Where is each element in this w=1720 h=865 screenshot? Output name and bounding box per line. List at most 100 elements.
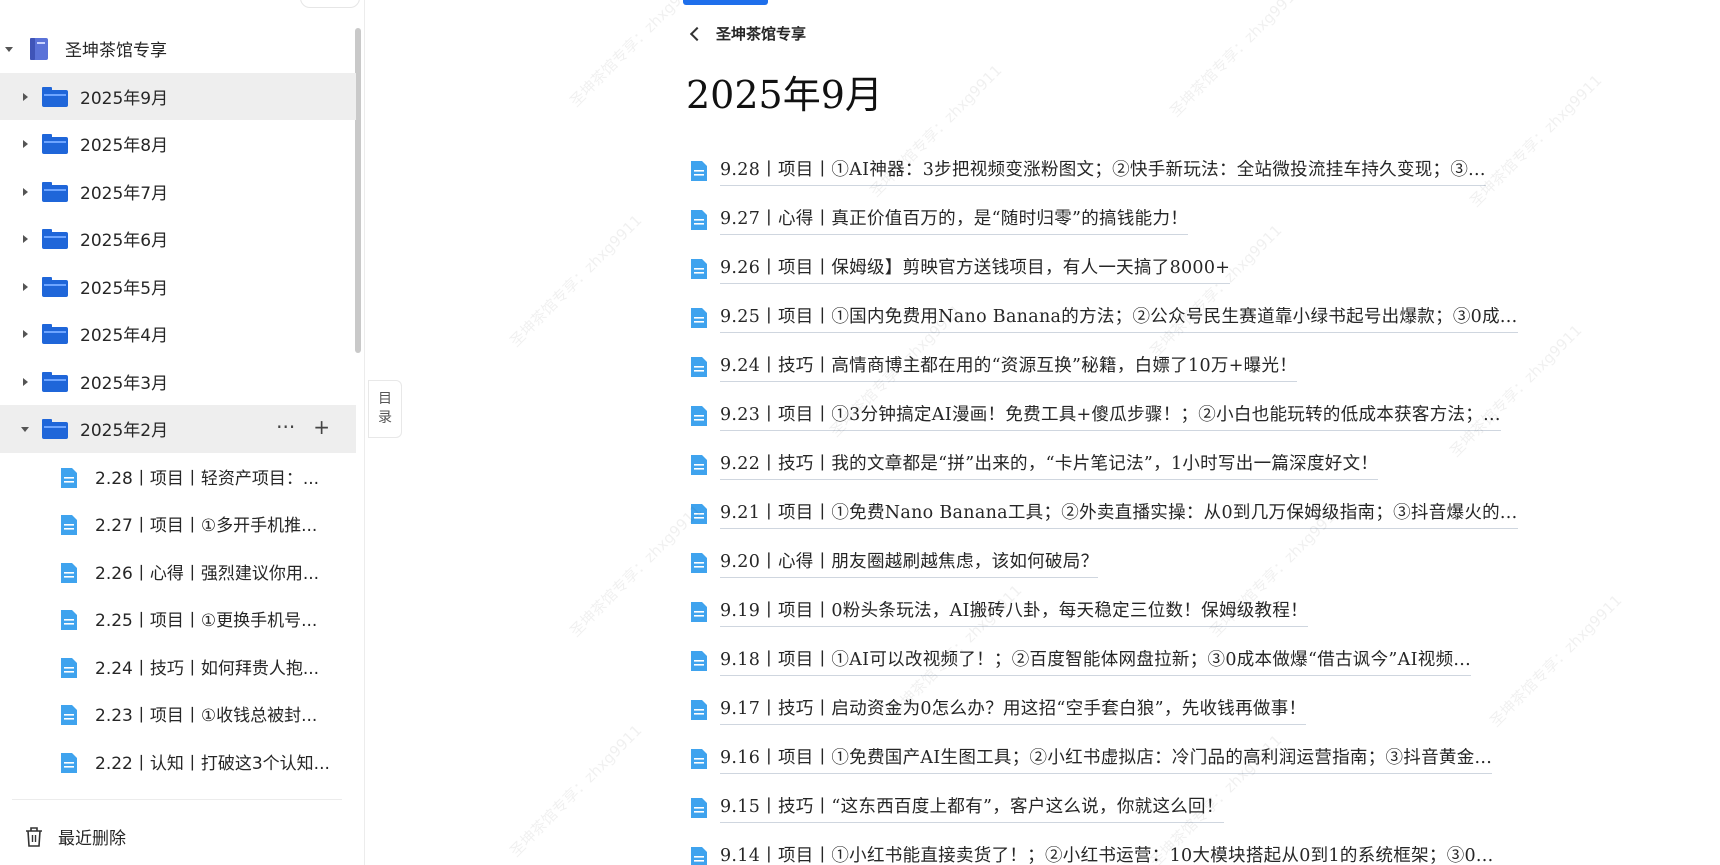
chevron-right-icon[interactable] [20,187,30,197]
sidebar-folder-2025-08[interactable]: 2025年8月 [0,120,356,168]
sidebar-doc-label: 2.26丨心得丨强烈建议你用... [95,563,320,584]
document-icon [691,161,707,181]
folder-icon [42,371,68,392]
document-link[interactable]: 9.26丨项目丨保姆级】剪映官方送钱项目，有人一天搞了8000+ [720,254,1231,284]
document-icon [691,406,707,426]
list-item[interactable]: 9.16丨项目丨①免费国产AI生图工具；②小红书虚拟店：冷门品的高利润运营指南；… [690,734,1590,783]
more-icon[interactable]: ··· [276,415,295,439]
chevron-right-icon[interactable] [20,282,30,292]
sidebar-folder-label: 2025年9月 [80,88,169,109]
chevron-right-icon[interactable] [20,377,30,387]
sidebar-divider [12,799,342,800]
sidebar-doc-item[interactable]: 2.24丨技巧丨如何拜贵人抱... [0,643,356,691]
document-link[interactable]: 9.18丨项目丨①AI可以改视频了！；②百度智能体网盘拉新；③0成本做爆“借古讽… [720,646,1471,676]
list-item[interactable]: 9.24丨技巧丨高情商博主都在用的“资源互换”秘籍，白嫖了10万+曝光！ [690,342,1590,391]
back-link-label: 圣坤茶馆专享 [716,25,807,43]
document-icon [61,705,77,725]
list-item[interactable]: 9.27丨心得丨真正价值百万的，是“随时归零”的搞钱能力！ [690,195,1590,244]
list-item[interactable]: 9.25丨项目丨①国内免费用Nano Banana的方法；②公众号民生赛道靠小绿… [690,293,1590,342]
document-icon [691,357,707,377]
sidebar-doc-item[interactable]: 2.26丨心得丨强烈建议你用... [0,548,356,596]
sidebar-folder-label: 2025年7月 [80,183,169,204]
list-item[interactable]: 9.23丨项目丨①3分钟搞定AI漫画！免费工具+傻瓜步骤！；②小白也能玩转的低成… [690,391,1590,440]
sidebar-doc-label: 2.27丨项目丨①多开手机推... [95,516,318,537]
list-item[interactable]: 9.26丨项目丨保姆级】剪映官方送钱项目，有人一天搞了8000+ [690,244,1590,293]
add-icon[interactable]: + [313,415,330,439]
sidebar-search-edge[interactable] [300,0,360,8]
document-icon [691,504,707,524]
sidebar-doc-item[interactable]: 2.23丨项目丨①收钱总被封... [0,690,356,738]
list-item[interactable]: 9.22丨技巧丨我的文章都是“拼”出来的，“卡片笔记法”，1小时写出一篇深度好文… [690,440,1590,489]
watermark-text: 圣坤茶馆专享：zhxg9911 [506,721,646,861]
list-item[interactable]: 9.14丨项目丨①小红书能直接卖货了！；②小红书运营：10大模块搭起从0到1的系… [690,832,1590,865]
trash-icon [26,826,42,847]
chevron-down-icon[interactable] [20,424,30,434]
sidebar-folder-2025-04[interactable]: 2025年4月 [0,310,356,358]
chevron-right-icon[interactable] [20,329,30,339]
page-title: 2025年9月 [686,73,883,117]
chevron-down-icon[interactable] [4,44,14,54]
sidebar-doc-item[interactable]: 2.27丨项目丨①多开手机推... [0,500,356,548]
document-link[interactable]: 9.27丨心得丨真正价值百万的，是“随时归零”的搞钱能力！ [720,205,1189,235]
list-item[interactable]: 9.20丨心得丨朋友圈越刷越焦虑，该如何破局？ [690,538,1590,587]
folder-icon [42,134,68,154]
sidebar-folder-label: 2025年3月 [80,373,169,394]
back-link[interactable]: 圣坤茶馆专享 [689,23,807,44]
document-link[interactable]: 9.24丨技巧丨高情商博主都在用的“资源互换”秘籍，白嫖了10万+曝光！ [720,352,1298,382]
document-link[interactable]: 9.23丨项目丨①3分钟搞定AI漫画！免费工具+傻瓜步骤！；②小白也能玩转的低成… [720,401,1501,431]
sidebar-folder-2025-03[interactable]: 2025年3月 [0,358,356,406]
document-link[interactable]: 9.14丨项目丨①小红书能直接卖货了！；②小红书运营：10大模块搭起从0到1的系… [720,842,1494,865]
sidebar-root-book[interactable]: 圣坤茶馆专享 [0,25,356,73]
document-link[interactable]: 9.15丨技巧丨“这东西百度上都有”，客户这么说，你就这么回！ [720,793,1224,823]
document-link[interactable]: 9.19丨项目丨0粉头条玩法，AI搬砖八卦，每天稳定三位数！保姆级教程！ [720,597,1308,627]
document-link[interactable]: 9.22丨技巧丨我的文章都是“拼”出来的，“卡片笔记法”，1小时写出一篇深度好文… [720,450,1379,480]
list-item[interactable]: 9.17丨技巧丨启动资金为0怎么办？用这招“空手套白狼”，先收钱再做事！ [690,685,1590,734]
list-item[interactable]: 9.19丨项目丨0粉头条玩法，AI搬砖八卦，每天稳定三位数！保姆级教程！ [690,587,1590,636]
document-link[interactable]: 9.21丨项目丨①免费Nano Banana工具；②外卖直播实操：从0到几万保姆… [720,499,1518,529]
document-icon [691,553,707,573]
document-link[interactable]: 9.17丨技巧丨启动资金为0怎么办？用这招“空手套白狼”，先收钱再做事！ [720,695,1307,725]
document-icon [691,602,707,622]
watermark-text: 圣坤茶馆专享：zhxg9911 [1166,0,1306,121]
sidebar-folder-2025-09[interactable]: 2025年9月 [0,72,356,120]
sidebar-folder-2025-06[interactable]: 2025年6月 [0,215,356,263]
document-link[interactable]: 9.20丨心得丨朋友圈越刷越焦虑，该如何破局？ [720,548,1099,578]
document-icon [691,455,707,475]
accent-bar [683,0,768,5]
list-item[interactable]: 9.18丨项目丨①AI可以改视频了！；②百度智能体网盘拉新；③0成本做爆“借古讽… [690,636,1590,685]
list-item[interactable]: 9.28丨项目丨①AI神器：3步把视频变涨粉图文；②快手新玩法：全站微投流挂车持… [690,146,1590,195]
chevron-left-icon [689,26,705,41]
document-icon [691,798,707,818]
document-icon [691,210,707,230]
sidebar-doc-item[interactable]: 2.25丨项目丨①更换手机号... [0,595,356,643]
list-item[interactable]: 9.21丨项目丨①免费Nano Banana工具；②外卖直播实操：从0到几万保姆… [690,489,1590,538]
sidebar-folder-2025-05[interactable]: 2025年5月 [0,263,356,311]
sidebar-tree: 圣坤茶馆专享 2025年9月 2025年8月 2025年7月 2025年6月 2… [0,25,356,785]
sidebar-doc-item[interactable]: 2.22丨认知丨打破这3个认知... [0,738,356,786]
document-icon [61,515,77,535]
document-icon [691,308,707,328]
book-icon [30,38,48,60]
chevron-right-icon[interactable] [20,234,30,244]
document-icon [691,259,707,279]
sidebar-folder-2025-02[interactable]: 2025年2月 ··· + [0,405,356,453]
folder-icon [42,324,68,344]
folder-icon [42,276,68,297]
document-icon [61,657,77,678]
document-link[interactable]: 9.25丨项目丨①国内免费用Nano Banana的方法；②公众号民生赛道靠小绿… [720,303,1518,333]
document-link[interactable]: 9.16丨项目丨①免费国产AI生图工具；②小红书虚拟店：冷门品的高利润运营指南；… [720,744,1493,774]
sidebar-doc-label: 2.24丨技巧丨如何拜贵人抱... [95,658,320,679]
watermark-text: 圣坤茶馆专享：zhxg9911 [506,211,646,351]
sidebar-folder-label: 2025年8月 [80,136,169,157]
recently-deleted-button[interactable]: 最近删除 [24,824,126,849]
document-link[interactable]: 9.28丨项目丨①AI神器：3步把视频变涨粉图文；②快手新玩法：全站微投流挂车持… [720,156,1486,186]
chevron-right-icon[interactable] [20,139,30,149]
list-item[interactable]: 9.15丨技巧丨“这东西百度上都有”，客户这么说，你就这么回！ [690,783,1590,832]
chevron-right-icon[interactable] [20,92,30,102]
sidebar-doc-item[interactable]: 2.28丨项目丨轻资产项目：... [0,453,356,501]
sidebar-folder-2025-07[interactable]: 2025年7月 [0,168,356,216]
app-window: 圣坤茶馆专享 2025年9月 2025年8月 2025年7月 2025年6月 2… [0,0,1720,865]
document-icon [61,562,77,583]
watermark-text: 圣坤茶馆专享：zhxg9911 [566,0,706,111]
folder-icon [42,229,68,249]
